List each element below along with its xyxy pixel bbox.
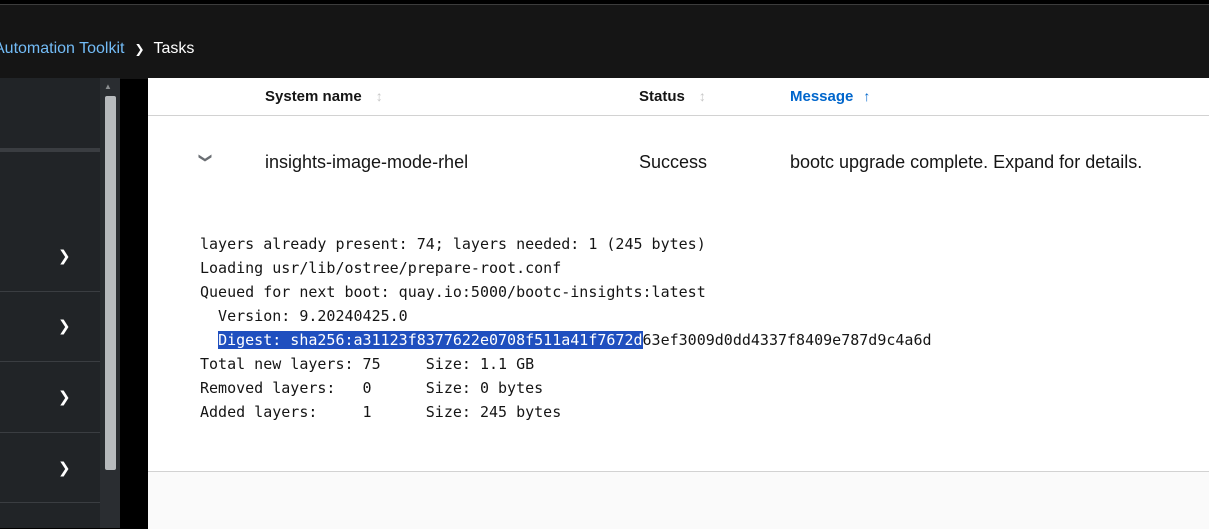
sort-icon: ↕ <box>375 88 383 104</box>
cell-message: bootc upgrade complete. Expand for detai… <box>790 152 1143 172</box>
breadcrumb-current-tasks: Tasks <box>153 40 195 57</box>
details-line: Queued for next boot: quay.io:5000/bootc… <box>200 283 706 301</box>
chevron-right-icon: ❯ <box>58 389 71 406</box>
details-line-digest: Digest: sha256:a31123f8377622e0708f511a4… <box>218 331 932 349</box>
sidebar-scrollbar[interactable]: ▲ <box>100 78 120 528</box>
table-footer <box>148 471 1209 529</box>
cell-status: Success <box>639 152 708 172</box>
sidebar-item-2[interactable]: ❯ <box>0 292 100 362</box>
details-line: Loading usr/lib/ostree/prepare-root.conf <box>200 259 562 277</box>
details-line: Added layers: 1 Size: 245 bytes <box>200 403 562 421</box>
sidebar-item-3[interactable]: ❯ <box>0 362 100 433</box>
breadcrumb: Automation Toolkit ❯ Tasks <box>0 40 194 58</box>
column-header-status[interactable]: Status ↕ <box>639 88 706 105</box>
sort-icon: ↕ <box>698 88 706 104</box>
sidebar-section <box>0 149 100 225</box>
chevron-down-icon[interactable]: ❯ <box>197 153 213 164</box>
chevron-right-icon: ❯ <box>134 42 145 56</box>
sort-ascending-icon: ↑ <box>863 88 871 104</box>
chevron-right-icon: ❯ <box>58 318 71 335</box>
details-line: layers already present: 74; layers neede… <box>200 235 706 253</box>
chevron-right-icon: ❯ <box>58 248 71 265</box>
top-bar: Automation Toolkit ❯ Tasks <box>0 4 1209 79</box>
column-header-system-name[interactable]: System name ↕ <box>265 88 383 105</box>
scroll-up-icon[interactable]: ▲ <box>104 82 112 91</box>
chevron-right-icon: ❯ <box>58 460 71 477</box>
column-header-message[interactable]: Message ↑ <box>790 88 870 105</box>
cell-system-name: insights-image-mode-rhel <box>265 152 469 172</box>
sidebar-item-1[interactable]: ❯ <box>0 222 100 292</box>
breadcrumb-link-automation-toolkit[interactable]: Automation Toolkit <box>0 40 124 58</box>
scrollbar-thumb[interactable] <box>105 96 116 470</box>
sidebar: ❯ ❯ ❯ ❯ <box>0 78 100 528</box>
tasks-table: System name ↕ Status ↕ Message ↑ ❯ insights… <box>148 78 1209 529</box>
sidebar-section <box>0 78 100 149</box>
table-header: System name ↕ Status ↕ Message ↑ <box>148 78 1209 116</box>
expanded-details-output: layers already present: 74; layers neede… <box>200 232 932 424</box>
selected-text: Digest: sha256:a31123f8377622e0708f511a4… <box>218 331 643 349</box>
details-line: Version: 9.20240425.0 <box>200 307 408 325</box>
details-line: Removed layers: 0 Size: 0 bytes <box>200 379 544 397</box>
details-line: Total new layers: 75 Size: 1.1 GB <box>200 355 535 373</box>
sidebar-item-4[interactable]: ❯ <box>0 433 100 503</box>
